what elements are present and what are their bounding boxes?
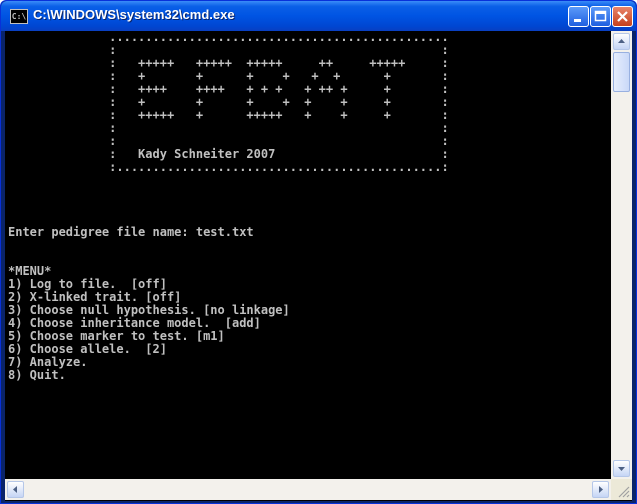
console-line: : + + + + + + + : (8, 95, 449, 109)
window-title: C:\WINDOWS\system32\cmd.exe (33, 7, 235, 22)
console-line: : +++++ +++++ +++++ ++ +++++ : (8, 56, 449, 70)
scroll-up-button[interactable] (613, 33, 630, 50)
console-line: 2) X-linked trait. [off] (8, 290, 182, 304)
console-line: 3) Choose null hypothesis. [no linkage] (8, 303, 290, 317)
console-line: 4) Choose inheritance model. [add] (8, 316, 261, 330)
horizontal-scrollbar[interactable] (5, 479, 611, 500)
vertical-scroll-thumb[interactable] (613, 52, 630, 92)
close-button[interactable] (612, 6, 633, 27)
minimize-icon (574, 19, 581, 22)
scroll-left-button[interactable] (7, 481, 24, 498)
console-line: 8) Quit. (8, 368, 66, 382)
cmd-window-icon[interactable]: C:\ (10, 9, 28, 24)
console-line: *MENU* (8, 264, 52, 278)
console-line: : : (8, 134, 449, 148)
console-line: : ++++ ++++ + + + + ++ + + : (8, 82, 449, 96)
maximize-icon (594, 10, 607, 22)
console-line: 7) Analyze. (8, 355, 88, 369)
resize-grip[interactable] (611, 479, 632, 500)
close-icon (617, 11, 628, 22)
arrow-right-icon (599, 486, 603, 493)
console-line: Enter pedigree file name: test.txt (8, 225, 254, 239)
arrow-down-icon (618, 467, 625, 471)
scroll-right-button[interactable] (592, 481, 609, 498)
vertical-scrollbar[interactable] (611, 31, 632, 479)
title-bar[interactable]: C:\ C:\WINDOWS\system32\cmd.exe (1, 1, 636, 31)
resize-grip-icon (618, 486, 630, 498)
console-output[interactable]: ........................................… (5, 31, 611, 479)
console-line: : +++++ + +++++ + + + : (8, 108, 449, 122)
cmd-window: C:\ C:\WINDOWS\system32\cmd.exe ........… (0, 0, 637, 504)
console-text: ........................................… (5, 31, 611, 382)
console-line: 6) Choose allele. [2] (8, 342, 167, 356)
console-line: : + + + + + + + : (8, 69, 449, 83)
arrow-left-icon (13, 486, 17, 493)
console-line: 1) Log to file. [off] (8, 277, 167, 291)
console-client-area: ........................................… (5, 31, 632, 501)
minimize-button[interactable] (568, 6, 589, 27)
console-line: : : (8, 121, 449, 135)
maximize-button[interactable] (590, 6, 611, 27)
console-line: :.......................................… (8, 160, 449, 174)
console-line: : Kady Schneiter 2007 : (8, 147, 449, 161)
console-line: : : (8, 43, 449, 57)
arrow-up-icon (618, 39, 625, 43)
scroll-down-button[interactable] (613, 460, 630, 477)
console-line: 5) Choose marker to test. [m1] (8, 329, 225, 343)
